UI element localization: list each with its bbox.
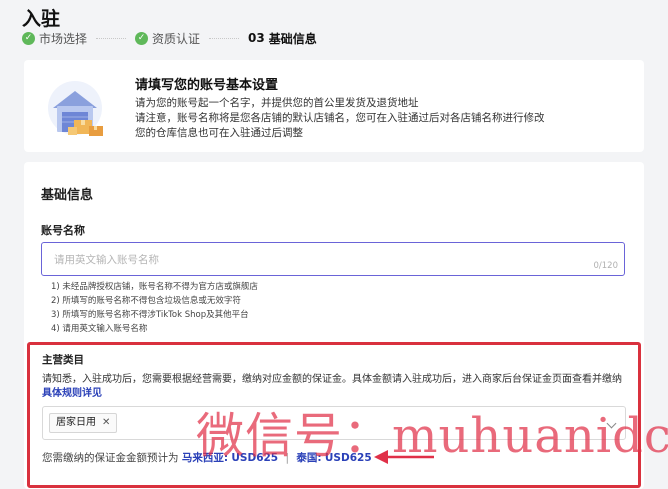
- deposit-prefix: 您需缴纳的保证金金额预计为: [42, 452, 179, 464]
- store-illustration-icon: [48, 81, 103, 136]
- char-counter: 0/120: [593, 261, 619, 271]
- step-label: 市场选择: [39, 31, 88, 46]
- intro-line: 请注意，账号名称将是您各店铺的默认店铺名，您可在入驻通过后对各店铺名称进行修改: [135, 112, 545, 124]
- rule-item: 3) 所填写的账号名称不得涉TikTok Shop及其他平台: [51, 310, 249, 320]
- category-tag: 居家日用 ✕: [49, 413, 118, 433]
- deposit-notice-text: 请知悉，入驻成功后，您需要根据经营需要，缴纳对应金额的保证金。具体金额请入驻成功…: [42, 374, 622, 385]
- rule-item: 2) 所填写的账号名称不得包含垃圾信息或无效字符: [51, 296, 241, 306]
- rule-details-link[interactable]: 具体规则详见: [42, 388, 102, 399]
- intro-line: 请为您的账号起一个名字，并提供您的首公里发货及退货地址: [135, 97, 419, 109]
- step-market: ✓ 市场选择: [22, 30, 87, 47]
- step-label: 资质认证: [152, 31, 201, 46]
- category-tag-label: 居家日用: [56, 417, 96, 428]
- deposit-notice: 请知悉，入驻成功后，您需要根据经营需要，缴纳对应金额的保证金。具体金额请入驻成功…: [42, 373, 622, 401]
- rule-item: 4) 请用英文输入账号名称: [51, 324, 148, 334]
- main-category-label: 主营类目: [42, 354, 84, 366]
- account-name-label: 账号名称: [41, 224, 85, 237]
- step-label: 基础信息: [268, 31, 317, 46]
- step-basic-info: 03 基础信息: [248, 30, 317, 47]
- step-qualification: ✓ 资质认证: [135, 30, 200, 47]
- check-icon: ✓: [22, 31, 35, 45]
- intro-title: 请填写您的账号基本设置: [135, 78, 279, 93]
- account-name-input[interactable]: [52, 243, 576, 277]
- arrow-left-icon: [374, 450, 434, 464]
- intro-line: 您的仓库信息也可在入驻通过后调整: [135, 127, 303, 139]
- step-progress: ✓ 市场选择 ✓ 资质认证 03 基础信息: [22, 30, 317, 46]
- step-number: 03: [248, 31, 265, 45]
- step-divider: [96, 37, 127, 39]
- section-title: 基础信息: [41, 188, 94, 203]
- rule-item: 1) 未经品牌授权店铺，账号名称不得为官方店或旗舰店: [51, 282, 258, 292]
- check-icon: ✓: [135, 31, 149, 45]
- intro-card: 请填写您的账号基本设置 请为您的账号起一个名字，并提供您的首公里发货及退货地址 …: [24, 60, 644, 152]
- page-title: 入驻: [22, 8, 61, 30]
- account-name-field[interactable]: 0/120: [41, 242, 625, 277]
- close-icon[interactable]: ✕: [102, 414, 110, 432]
- step-divider: [209, 37, 240, 39]
